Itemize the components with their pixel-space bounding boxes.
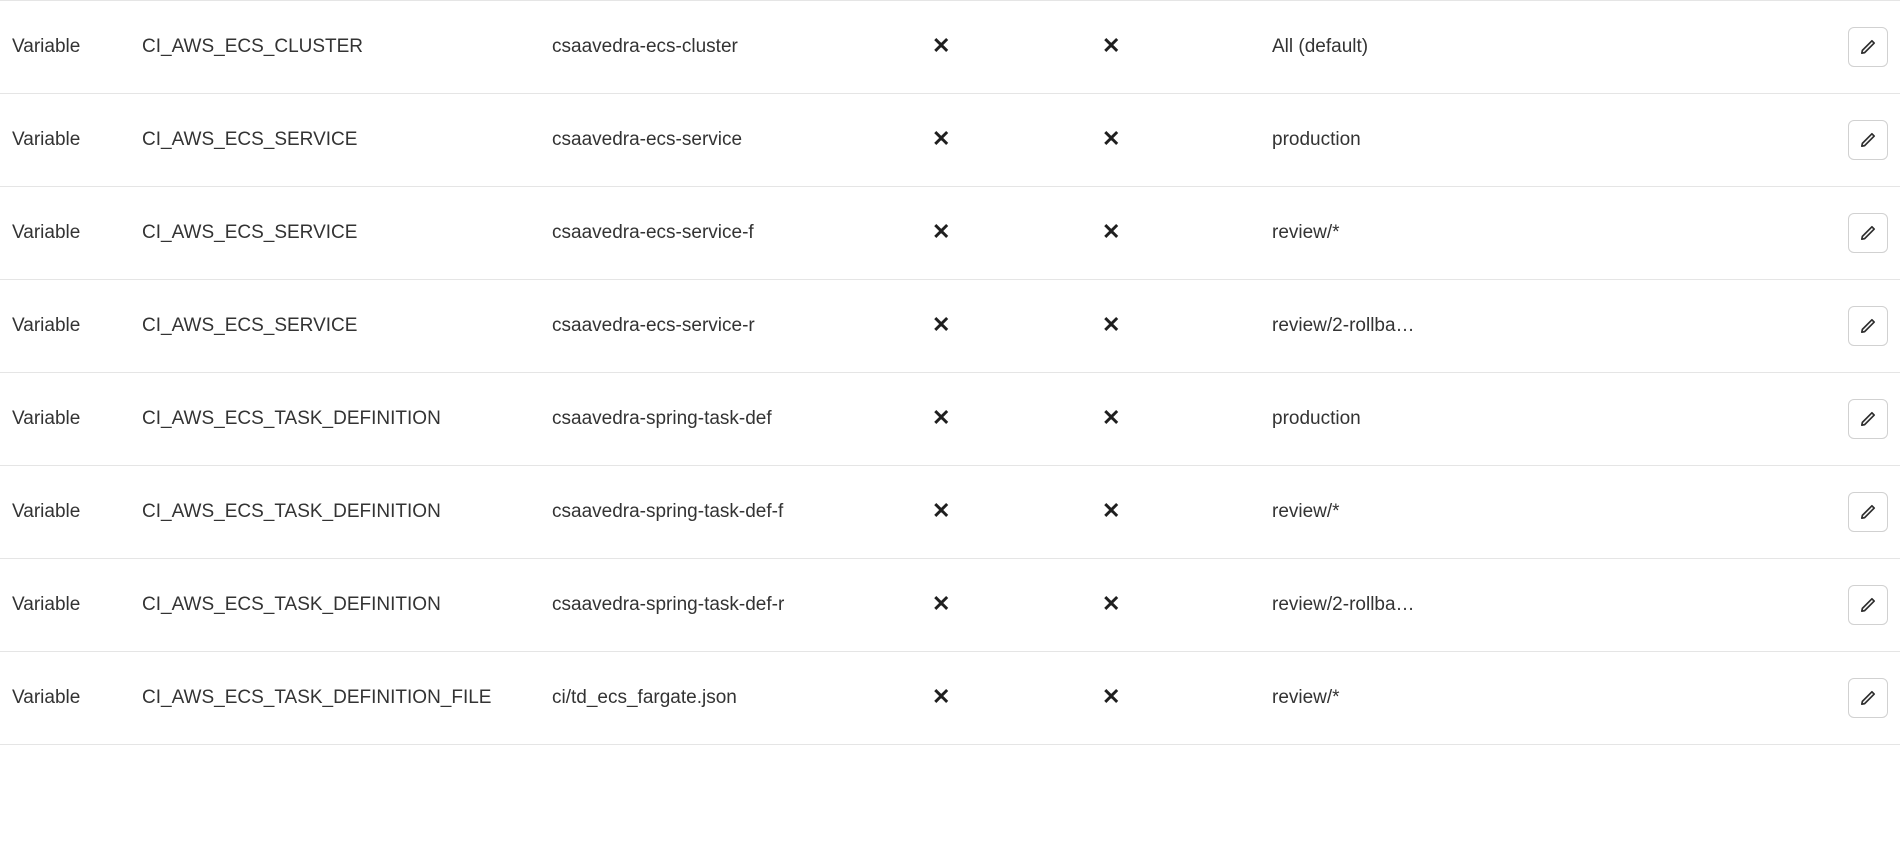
- x-icon: ✕: [1102, 221, 1120, 243]
- variable-masked: ✕: [1090, 187, 1260, 280]
- variable-value: csaavedra-ecs-cluster: [540, 1, 920, 94]
- x-icon: ✕: [1102, 500, 1120, 522]
- ci-variables-table: VariableCI_AWS_ECS_CLUSTERcsaavedra-ecs-…: [0, 0, 1900, 745]
- variable-masked: ✕: [1090, 373, 1260, 466]
- variable-environment: review/*: [1260, 652, 1836, 745]
- x-icon: ✕: [1102, 128, 1120, 150]
- x-icon: ✕: [932, 686, 950, 708]
- variable-environment: review/2-rollba…: [1260, 559, 1836, 652]
- edit-variable-button[interactable]: [1848, 120, 1888, 160]
- x-icon: ✕: [1102, 35, 1120, 57]
- variable-masked: ✕: [1090, 466, 1260, 559]
- variable-key: CI_AWS_ECS_TASK_DEFINITION_FILE: [130, 652, 540, 745]
- variable-key: CI_AWS_ECS_TASK_DEFINITION: [130, 373, 540, 466]
- table-row: VariableCI_AWS_ECS_TASK_DEFINITIONcsaave…: [0, 373, 1900, 466]
- table-row: VariableCI_AWS_ECS_TASK_DEFINITIONcsaave…: [0, 559, 1900, 652]
- edit-variable-button[interactable]: [1848, 492, 1888, 532]
- table-row: VariableCI_AWS_ECS_SERVICEcsaavedra-ecs-…: [0, 94, 1900, 187]
- variable-type: Variable: [0, 1, 130, 94]
- variable-key: CI_AWS_ECS_CLUSTER: [130, 1, 540, 94]
- x-icon: ✕: [932, 128, 950, 150]
- variable-environment: review/2-rollba…: [1260, 280, 1836, 373]
- variable-value: csaavedra-ecs-service-f: [540, 187, 920, 280]
- variable-value: csaavedra-spring-task-def: [540, 373, 920, 466]
- variable-type: Variable: [0, 559, 130, 652]
- table-row: VariableCI_AWS_ECS_TASK_DEFINITION_FILEc…: [0, 652, 1900, 745]
- variable-environment: production: [1260, 94, 1836, 187]
- edit-variable-button[interactable]: [1848, 306, 1888, 346]
- x-icon: ✕: [1102, 593, 1120, 615]
- edit-variable-button[interactable]: [1848, 213, 1888, 253]
- variable-environment: All (default): [1260, 1, 1836, 94]
- pencil-icon: [1859, 596, 1877, 614]
- variable-value: csaavedra-ecs-service: [540, 94, 920, 187]
- pencil-icon: [1859, 224, 1877, 242]
- edit-variable-button[interactable]: [1848, 585, 1888, 625]
- table-row: VariableCI_AWS_ECS_CLUSTERcsaavedra-ecs-…: [0, 1, 1900, 94]
- variable-protected: ✕: [920, 373, 1090, 466]
- variable-key: CI_AWS_ECS_TASK_DEFINITION: [130, 466, 540, 559]
- variable-value: ci/td_ecs_fargate.json: [540, 652, 920, 745]
- variable-environment: review/*: [1260, 187, 1836, 280]
- variable-key: CI_AWS_ECS_TASK_DEFINITION: [130, 559, 540, 652]
- x-icon: ✕: [932, 314, 950, 336]
- variable-protected: ✕: [920, 280, 1090, 373]
- edit-variable-button[interactable]: [1848, 678, 1888, 718]
- variable-masked: ✕: [1090, 559, 1260, 652]
- variable-type: Variable: [0, 187, 130, 280]
- variable-type: Variable: [0, 373, 130, 466]
- x-icon: ✕: [1102, 407, 1120, 429]
- variable-value: csaavedra-spring-task-def-f: [540, 466, 920, 559]
- edit-variable-button[interactable]: [1848, 399, 1888, 439]
- x-icon: ✕: [1102, 686, 1120, 708]
- edit-variable-button[interactable]: [1848, 27, 1888, 67]
- table-row: VariableCI_AWS_ECS_TASK_DEFINITIONcsaave…: [0, 466, 1900, 559]
- pencil-icon: [1859, 131, 1877, 149]
- table-row: VariableCI_AWS_ECS_SERVICEcsaavedra-ecs-…: [0, 187, 1900, 280]
- x-icon: ✕: [932, 35, 950, 57]
- variable-value: csaavedra-spring-task-def-r: [540, 559, 920, 652]
- variable-key: CI_AWS_ECS_SERVICE: [130, 187, 540, 280]
- variable-protected: ✕: [920, 94, 1090, 187]
- variable-protected: ✕: [920, 466, 1090, 559]
- x-icon: ✕: [932, 593, 950, 615]
- pencil-icon: [1859, 503, 1877, 521]
- variable-protected: ✕: [920, 652, 1090, 745]
- variable-value: csaavedra-ecs-service-r: [540, 280, 920, 373]
- variable-protected: ✕: [920, 1, 1090, 94]
- variable-protected: ✕: [920, 559, 1090, 652]
- table-row: VariableCI_AWS_ECS_SERVICEcsaavedra-ecs-…: [0, 280, 1900, 373]
- variable-type: Variable: [0, 94, 130, 187]
- variable-protected: ✕: [920, 187, 1090, 280]
- variable-environment: production: [1260, 373, 1836, 466]
- variable-masked: ✕: [1090, 280, 1260, 373]
- pencil-icon: [1859, 317, 1877, 335]
- variable-type: Variable: [0, 280, 130, 373]
- x-icon: ✕: [932, 500, 950, 522]
- variable-key: CI_AWS_ECS_SERVICE: [130, 94, 540, 187]
- pencil-icon: [1859, 689, 1877, 707]
- variable-type: Variable: [0, 652, 130, 745]
- variable-environment: review/*: [1260, 466, 1836, 559]
- pencil-icon: [1859, 410, 1877, 428]
- variable-masked: ✕: [1090, 1, 1260, 94]
- variable-masked: ✕: [1090, 652, 1260, 745]
- variable-key: CI_AWS_ECS_SERVICE: [130, 280, 540, 373]
- x-icon: ✕: [932, 221, 950, 243]
- variable-masked: ✕: [1090, 94, 1260, 187]
- pencil-icon: [1859, 38, 1877, 56]
- variable-type: Variable: [0, 466, 130, 559]
- x-icon: ✕: [1102, 314, 1120, 336]
- x-icon: ✕: [932, 407, 950, 429]
